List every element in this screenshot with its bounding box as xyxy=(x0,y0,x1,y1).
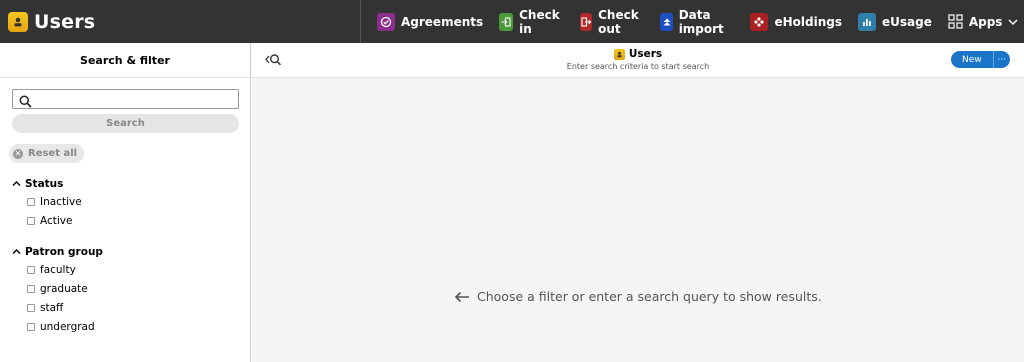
reset-all-label: Reset all xyxy=(28,148,78,159)
filter-option-staff[interactable]: staff xyxy=(27,302,63,314)
more-actions-button[interactable]: ··· xyxy=(992,51,1010,68)
nav-check-in[interactable]: Check in xyxy=(491,0,572,43)
nav-apps-menu[interactable]: Apps xyxy=(940,0,1024,43)
nav-eusage-label: eUsage xyxy=(881,14,932,29)
arrow-left-icon xyxy=(454,291,470,303)
app-title: Users xyxy=(34,10,96,33)
users-app-icon xyxy=(8,11,28,32)
results-pane-title: Users xyxy=(252,48,1024,60)
checkbox[interactable] xyxy=(27,266,35,274)
check-in-icon xyxy=(499,12,514,31)
nav-eholdings-label: eHoldings xyxy=(774,14,842,29)
agreements-icon xyxy=(377,12,395,31)
checkbox[interactable] xyxy=(27,323,35,331)
search-filter-pane: Search & filter Search ✕ Reset all Statu… xyxy=(0,43,251,362)
top-nav-bar: Users Agreements Check in Check out Data… xyxy=(0,0,1024,43)
nav-data-import-label: Data import xyxy=(678,7,724,36)
filter-option-undergrad[interactable]: undergrad xyxy=(27,321,95,333)
patron-group-filter-header[interactable]: Patron group xyxy=(12,246,103,258)
search-icon xyxy=(19,93,32,112)
results-pane-header: Users Enter search criteria to start sea… xyxy=(252,43,1024,78)
option-label: staff xyxy=(40,302,64,314)
option-label: Inactive xyxy=(40,196,82,208)
results-pane: Users Enter search criteria to start sea… xyxy=(252,43,1024,362)
apps-label: Apps xyxy=(968,14,1003,29)
nav-agreements[interactable]: Agreements xyxy=(369,0,491,43)
filter-option-active[interactable]: Active xyxy=(27,215,72,227)
eusage-icon xyxy=(857,12,876,31)
chevron-up-icon xyxy=(12,178,21,190)
nav-check-in-label: Check in xyxy=(519,7,560,36)
option-label: faculty xyxy=(40,264,76,276)
checkbox[interactable] xyxy=(27,285,35,293)
nav-data-import[interactable]: Data import xyxy=(652,0,742,43)
app-nav: Agreements Check in Check out Data impor… xyxy=(360,0,1024,43)
nav-eusage[interactable]: eUsage xyxy=(850,0,940,43)
option-label: graduate xyxy=(40,283,88,295)
chevron-down-icon xyxy=(1008,18,1018,26)
status-filter-label: Status xyxy=(25,178,64,190)
filter-option-faculty[interactable]: faculty xyxy=(27,264,76,276)
nav-eholdings[interactable]: eHoldings xyxy=(742,0,850,43)
eholdings-icon xyxy=(750,12,769,31)
app-brand[interactable]: Users xyxy=(0,0,95,43)
empty-results-message: Choose a filter or enter a search query … xyxy=(454,289,822,304)
checkbox[interactable] xyxy=(27,198,35,206)
new-button-group: New ··· xyxy=(951,51,1010,68)
nav-check-out-label: Check out xyxy=(598,7,639,36)
filter-option-inactive[interactable]: Inactive xyxy=(27,196,82,208)
results-pane-subtitle: Enter search criteria to start search xyxy=(566,62,710,71)
nav-agreements-label: Agreements xyxy=(401,14,484,29)
status-filter-header[interactable]: Status xyxy=(12,178,63,190)
empty-results-text: Choose a filter or enter a search query … xyxy=(477,289,822,304)
close-icon: ✕ xyxy=(13,148,23,159)
chevron-up-icon xyxy=(12,246,21,258)
new-button[interactable]: New xyxy=(951,51,993,68)
filter-option-graduate[interactable]: graduate xyxy=(27,283,88,295)
apps-grid-icon xyxy=(948,14,963,29)
data-import-icon xyxy=(660,12,673,31)
search-button[interactable]: Search xyxy=(12,114,239,133)
search-input[interactable] xyxy=(12,89,239,109)
nav-check-out[interactable]: Check out xyxy=(572,0,653,43)
option-label: undergrad xyxy=(40,321,95,333)
option-label: Active xyxy=(40,215,73,227)
filter-pane-title: Search & filter xyxy=(0,43,250,78)
check-out-icon xyxy=(579,12,593,31)
results-title-label: Users xyxy=(628,48,663,60)
checkbox[interactable] xyxy=(27,304,35,312)
checkbox[interactable] xyxy=(27,217,35,225)
patron-group-filter-label: Patron group xyxy=(25,246,103,258)
reset-all-button[interactable]: ✕ Reset all xyxy=(9,144,85,163)
users-app-icon xyxy=(613,48,625,60)
